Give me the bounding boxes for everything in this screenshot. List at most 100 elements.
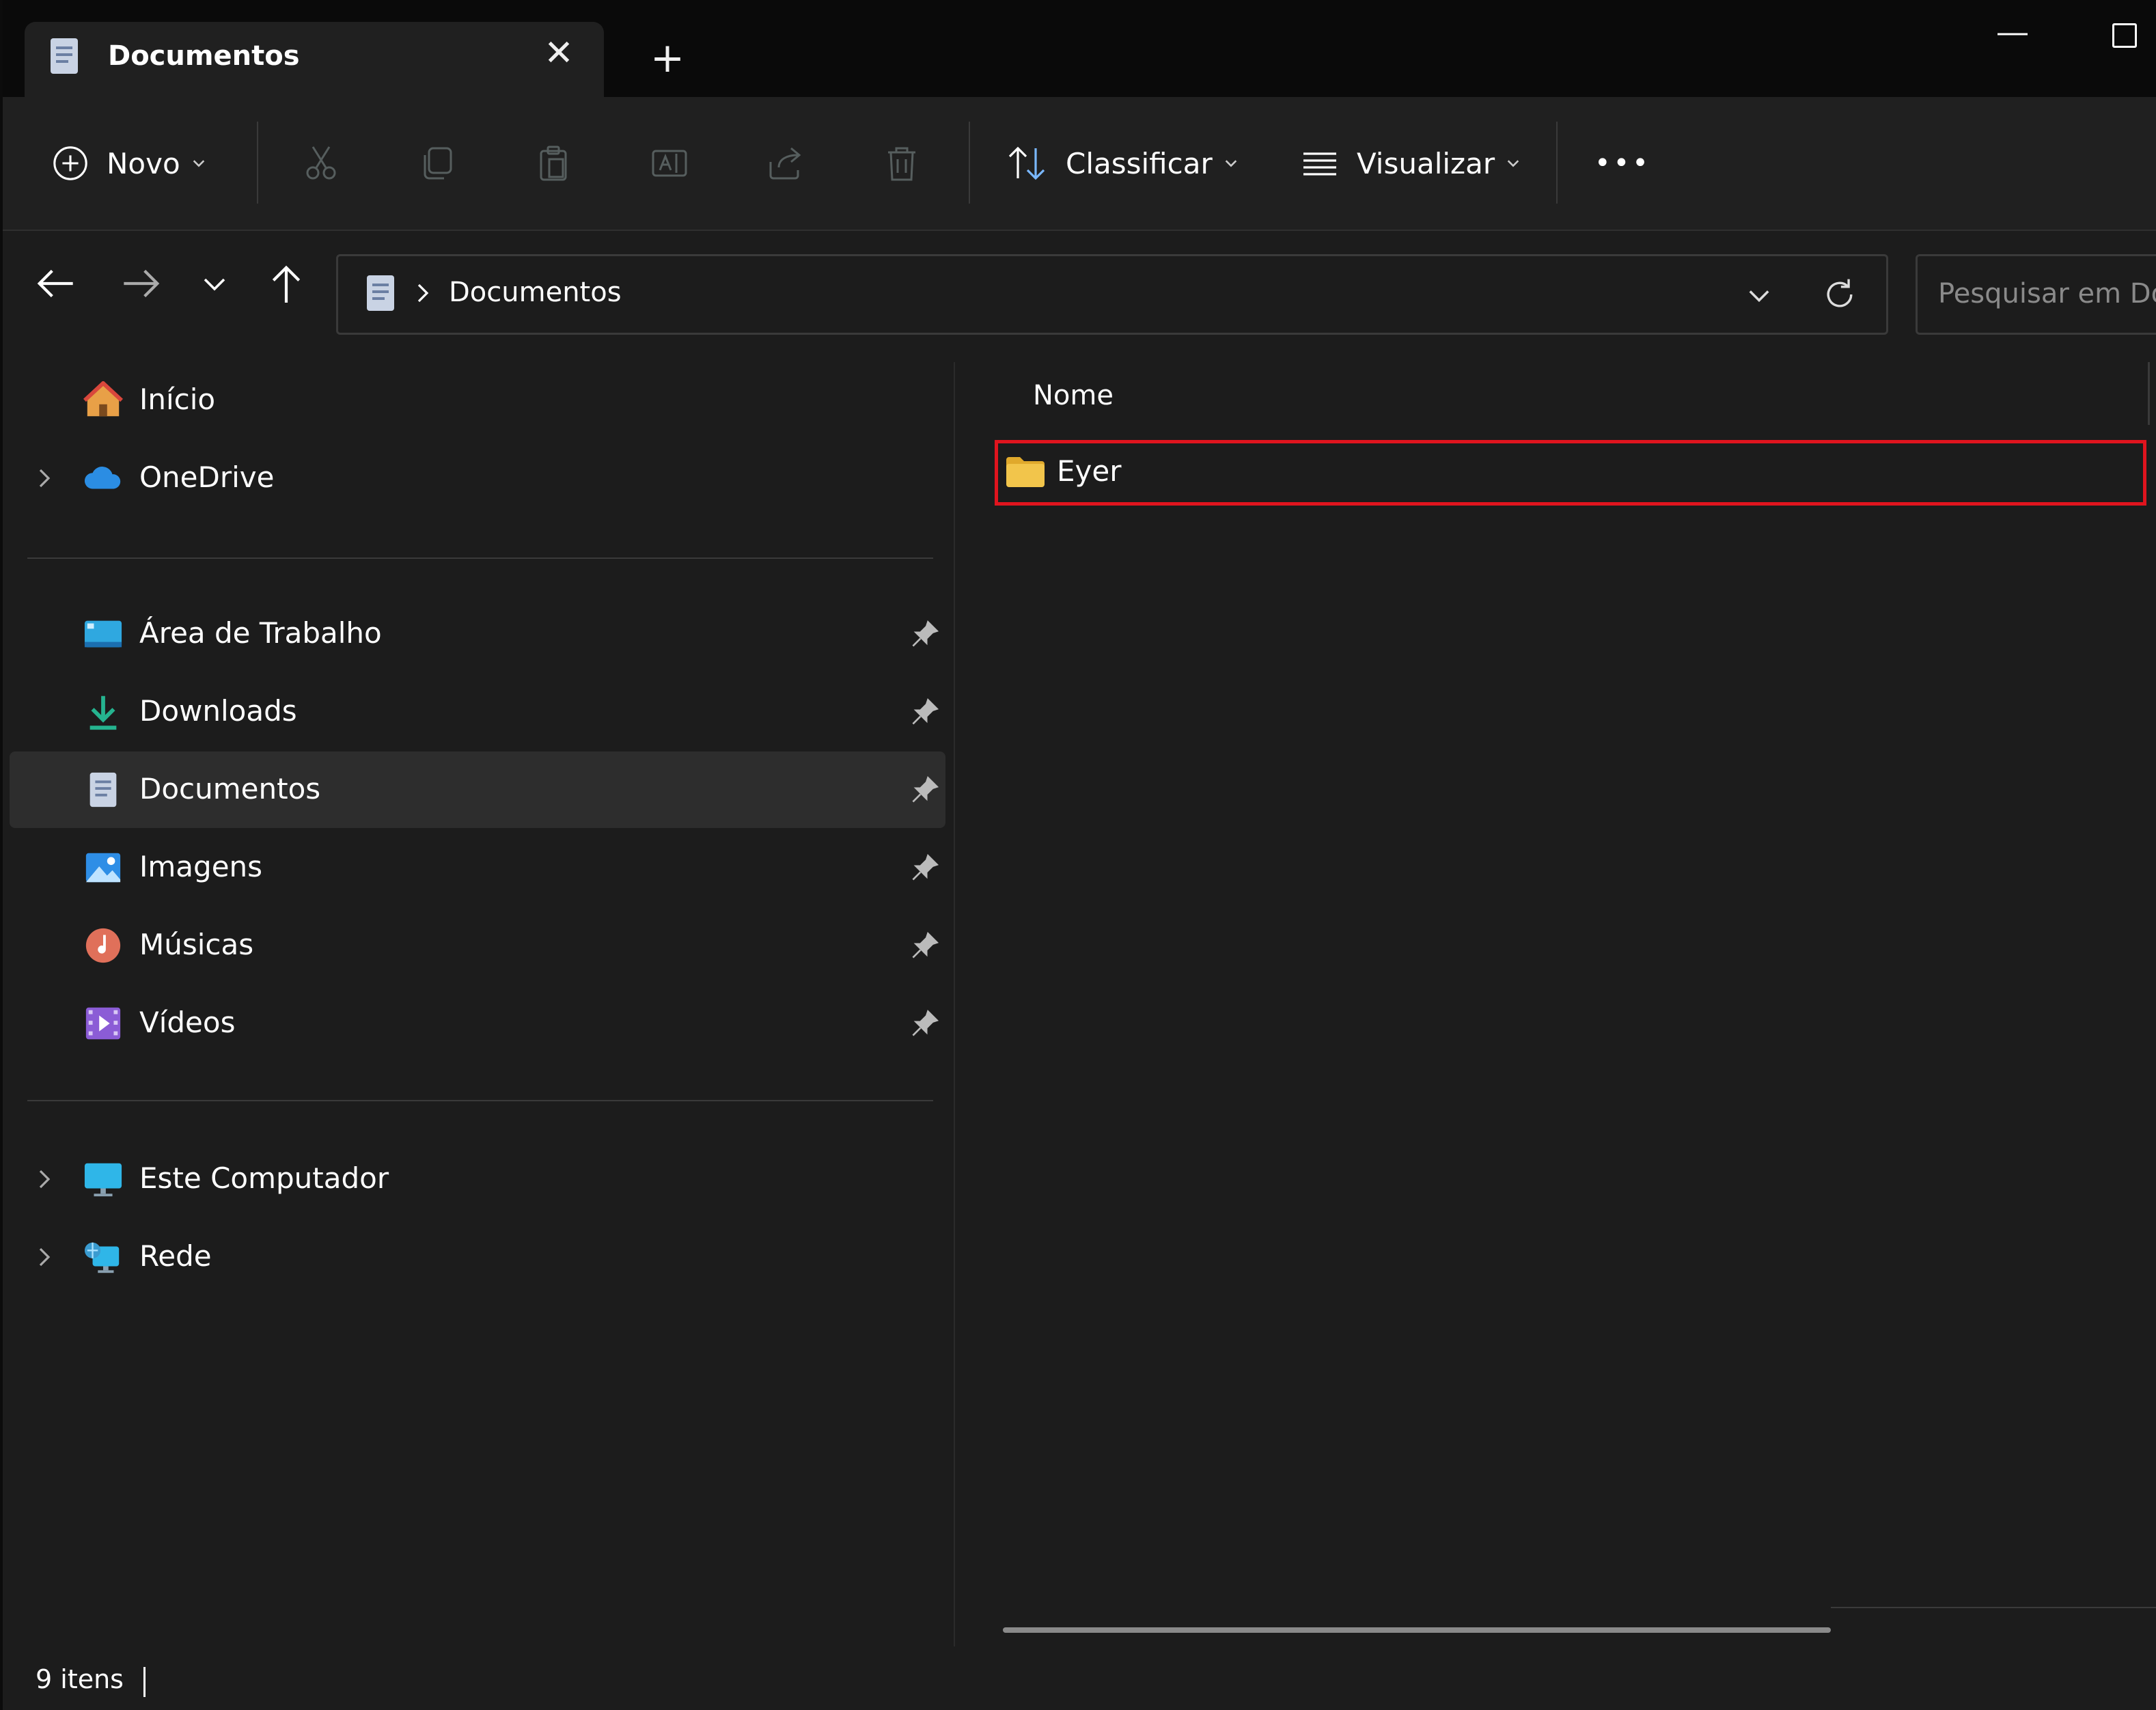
computer-icon	[84, 1163, 122, 1197]
chevron-right-icon[interactable]	[415, 281, 431, 305]
sidebar-item-area-de-trabalho[interactable]: Área de Trabalho	[10, 596, 945, 672]
toolbar-separator	[257, 122, 258, 204]
share-button[interactable]	[765, 133, 806, 194]
file-name: Eyer	[1057, 454, 1122, 488]
status-bar: 9 itens	[3, 1649, 2156, 1710]
copy-button[interactable]	[417, 133, 458, 194]
sidebar-item-label: Este Computador	[139, 1161, 389, 1195]
sidebar-item-onedrive[interactable]: OneDrive	[10, 440, 945, 516]
clipboard-icon	[540, 146, 567, 181]
chevron-right-icon[interactable]	[34, 1167, 55, 1191]
sidebar-item-label: Área de Trabalho	[139, 616, 382, 650]
minimize-icon[interactable]	[1992, 14, 2033, 55]
rename-button[interactable]	[649, 133, 690, 194]
sidebar-item-label: OneDrive	[139, 460, 275, 494]
new-button-label: Novo	[107, 146, 180, 180]
view-button-label: Visualizar	[1357, 146, 1495, 180]
pin-icon[interactable]	[910, 1008, 940, 1038]
scissors-icon	[306, 146, 336, 180]
back-arrow-icon[interactable]	[31, 260, 79, 307]
delete-button[interactable]	[881, 133, 922, 194]
scroll-track-divider	[1831, 1607, 2156, 1608]
cut-button[interactable]	[301, 133, 342, 194]
file-explorer-window: Documentos ✕ + Novo Classificar Visualiz…	[3, 0, 2156, 1710]
documents-icon	[367, 275, 394, 311]
search-box[interactable]	[1916, 254, 2156, 335]
sidebar-item-label: Músicas	[139, 928, 254, 961]
pin-icon[interactable]	[910, 697, 940, 727]
command-bar: Novo Classificar Visualizar •••	[3, 97, 2156, 231]
toolbar-separator	[969, 122, 970, 204]
paste-button[interactable]	[533, 133, 574, 194]
pin-icon[interactable]	[910, 930, 940, 961]
tab-title: Documentos	[108, 40, 300, 72]
chevron-right-icon[interactable]	[34, 466, 55, 491]
tab-documentos[interactable]: Documentos ✕	[25, 22, 604, 98]
forward-arrow-icon[interactable]	[118, 260, 165, 307]
sidebar-item-label: Documentos	[139, 772, 321, 805]
chevron-down-icon	[193, 160, 204, 167]
view-list-icon	[1303, 152, 1336, 176]
pin-icon[interactable]	[910, 775, 940, 805]
share-icon	[769, 147, 801, 180]
chevron-right-icon[interactable]	[34, 1245, 55, 1269]
pin-icon[interactable]	[910, 619, 940, 649]
title-bar: Documentos ✕ +	[3, 0, 2156, 98]
sidebar-item-este-computador[interactable]: Este Computador	[10, 1141, 945, 1217]
more-icon: •••	[1594, 148, 1651, 179]
download-icon	[89, 695, 117, 730]
sidebar-item-label: Início	[139, 383, 216, 416]
sidebar-item-label: Downloads	[139, 694, 297, 728]
pin-icon[interactable]	[910, 853, 940, 883]
home-icon	[83, 381, 123, 417]
column-header-name[interactable]: Nome	[1033, 380, 1114, 411]
navigation-pane: Início OneDrive Área de Trabalho Downloa…	[3, 362, 951, 1646]
videos-icon	[85, 1007, 121, 1040]
desktop-icon	[84, 620, 122, 648]
horizontal-scrollbar[interactable]	[1003, 1627, 1831, 1633]
refresh-icon[interactable]	[1821, 275, 1859, 314]
sidebar-divider	[27, 557, 933, 559]
network-icon	[84, 1242, 120, 1273]
folder-row-eyer[interactable]: Eyer	[995, 440, 2146, 506]
pane-splitter[interactable]	[954, 362, 955, 1646]
documents-icon	[89, 772, 117, 808]
view-button[interactable]: Visualizar	[1299, 133, 1521, 194]
add-circle-icon	[53, 146, 87, 180]
sidebar-item-videos[interactable]: Vídeos	[10, 985, 945, 1062]
close-icon[interactable]: ✕	[537, 31, 581, 75]
folder-icon	[1006, 457, 1045, 487]
new-tab-button[interactable]: +	[644, 34, 691, 82]
status-divider	[143, 1667, 146, 1697]
sort-icon	[1008, 146, 1045, 180]
sidebar-item-downloads[interactable]: Downloads	[10, 674, 945, 750]
column-resize-handle[interactable]	[2148, 362, 2150, 425]
sidebar-item-label: Imagens	[139, 850, 263, 883]
chevron-down-icon[interactable]	[1744, 281, 1774, 311]
sidebar-item-rede[interactable]: Rede	[10, 1219, 945, 1295]
chevron-down-icon	[1225, 160, 1236, 167]
sidebar-item-label: Vídeos	[139, 1006, 236, 1039]
sidebar-item-imagens[interactable]: Imagens	[10, 829, 945, 906]
maximize-icon[interactable]	[2112, 23, 2137, 48]
address-bar[interactable]: Documentos	[336, 254, 1888, 335]
copy-icon	[424, 147, 452, 180]
sort-button[interactable]: Classificar	[1006, 133, 1239, 194]
sidebar-item-musicas[interactable]: Músicas	[10, 907, 945, 984]
documents-icon	[51, 38, 78, 74]
trash-icon	[888, 147, 915, 181]
breadcrumb-documentos[interactable]: Documentos	[449, 277, 622, 308]
search-input[interactable]	[1938, 277, 2156, 311]
cloud-icon	[84, 467, 121, 489]
sidebar-item-documentos[interactable]: Documentos	[10, 751, 945, 828]
sidebar-item-inicio[interactable]: Início	[10, 362, 945, 439]
sidebar-item-label: Rede	[139, 1239, 212, 1273]
new-button[interactable]: Novo	[51, 133, 206, 194]
sort-button-label: Classificar	[1066, 146, 1213, 180]
up-arrow-icon[interactable]	[262, 260, 310, 307]
pictures-icon	[85, 853, 121, 883]
sidebar-divider	[27, 1100, 933, 1101]
recent-locations-chevron-icon[interactable]	[194, 260, 235, 307]
more-options-button[interactable]: •••	[1594, 133, 1651, 194]
music-icon	[85, 928, 121, 963]
